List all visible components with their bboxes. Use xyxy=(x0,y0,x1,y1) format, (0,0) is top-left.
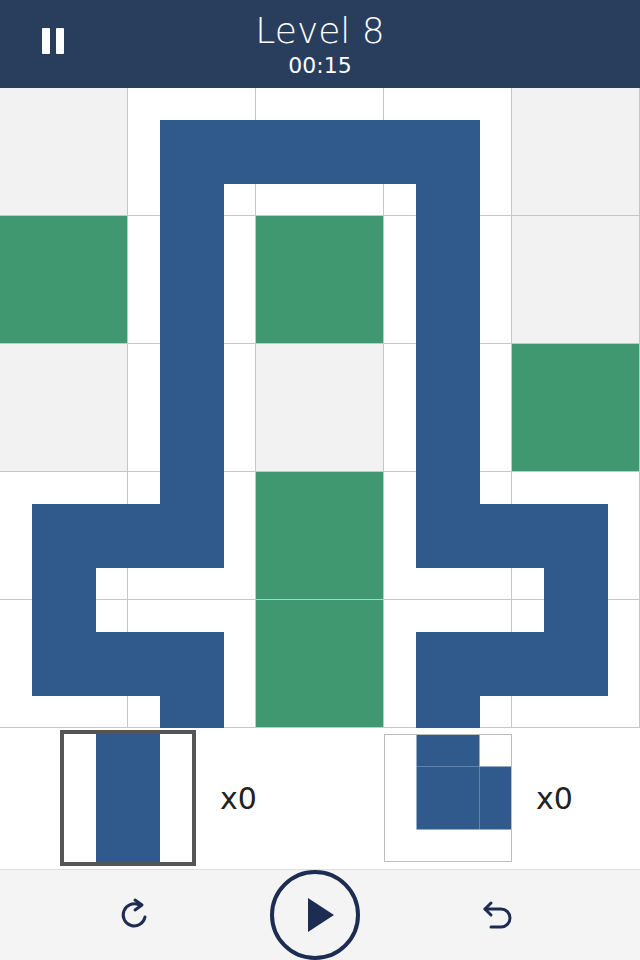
grid-cell[interactable] xyxy=(512,88,640,216)
grid-cell[interactable] xyxy=(512,216,640,344)
piece-slot[interactable]: x0 xyxy=(320,734,640,862)
grid-cell[interactable] xyxy=(256,216,384,344)
grid-cell[interactable] xyxy=(256,344,384,472)
grid-cell[interactable] xyxy=(0,216,128,344)
pipe-icon xyxy=(512,472,640,600)
grid-cell[interactable] xyxy=(384,600,512,728)
grid-cell[interactable] xyxy=(256,88,384,216)
play-button[interactable] xyxy=(270,870,360,960)
grid-cell[interactable] xyxy=(384,344,512,472)
piece-count: x0 xyxy=(220,781,257,816)
pipe-icon xyxy=(0,472,128,600)
game-screen: Level 800:15 x0 x0 xyxy=(0,0,640,960)
grid-cell[interactable] xyxy=(128,88,256,216)
grid-cell[interactable] xyxy=(384,472,512,600)
pipe-icon xyxy=(128,88,256,216)
grid-cell[interactable] xyxy=(0,88,128,216)
pause-icon[interactable] xyxy=(42,28,64,54)
grid-cell[interactable] xyxy=(128,472,256,600)
pipe-icon xyxy=(128,600,256,728)
pipe-icon xyxy=(384,88,512,216)
puzzle-grid xyxy=(0,88,640,728)
piece-count: x0 xyxy=(536,781,573,816)
piece-box[interactable] xyxy=(60,730,196,866)
pipe-icon xyxy=(384,216,512,344)
grid-cell[interactable] xyxy=(512,600,640,728)
grid-cell[interactable] xyxy=(256,472,384,600)
piece-tray: x0 x0 xyxy=(0,728,640,869)
undo-icon[interactable] xyxy=(477,895,517,935)
grid-cell[interactable] xyxy=(384,88,512,216)
pipe-icon xyxy=(256,88,384,216)
grid-cell[interactable] xyxy=(512,344,640,472)
grid-cell[interactable] xyxy=(128,216,256,344)
pipe-piece-icon xyxy=(64,734,192,862)
grid-cell[interactable] xyxy=(0,600,128,728)
grid-cell[interactable] xyxy=(256,600,384,728)
pipe-icon xyxy=(512,600,640,728)
piece-slot[interactable]: x0 xyxy=(0,730,320,866)
timer: 00:15 xyxy=(288,53,351,79)
pipe-icon xyxy=(128,472,256,600)
pipe-icon xyxy=(384,344,512,472)
pipe-icon xyxy=(384,600,512,728)
pipe-icon xyxy=(384,472,512,600)
grid-cell[interactable] xyxy=(512,472,640,600)
play-icon xyxy=(298,895,338,935)
grid-cell[interactable] xyxy=(0,344,128,472)
piece-box[interactable] xyxy=(384,734,512,862)
grid-cell[interactable] xyxy=(128,600,256,728)
restart-icon[interactable] xyxy=(115,895,155,935)
pipe-piece-icon xyxy=(385,735,511,861)
level-title: Level 8 xyxy=(255,9,384,53)
grid-cell[interactable] xyxy=(384,216,512,344)
pipe-icon xyxy=(128,344,256,472)
grid-cell[interactable] xyxy=(0,472,128,600)
header-bar: Level 800:15 xyxy=(0,0,640,88)
toolbar xyxy=(0,869,640,960)
pipe-icon xyxy=(0,600,128,728)
grid-cell[interactable] xyxy=(128,344,256,472)
pipe-icon xyxy=(128,216,256,344)
